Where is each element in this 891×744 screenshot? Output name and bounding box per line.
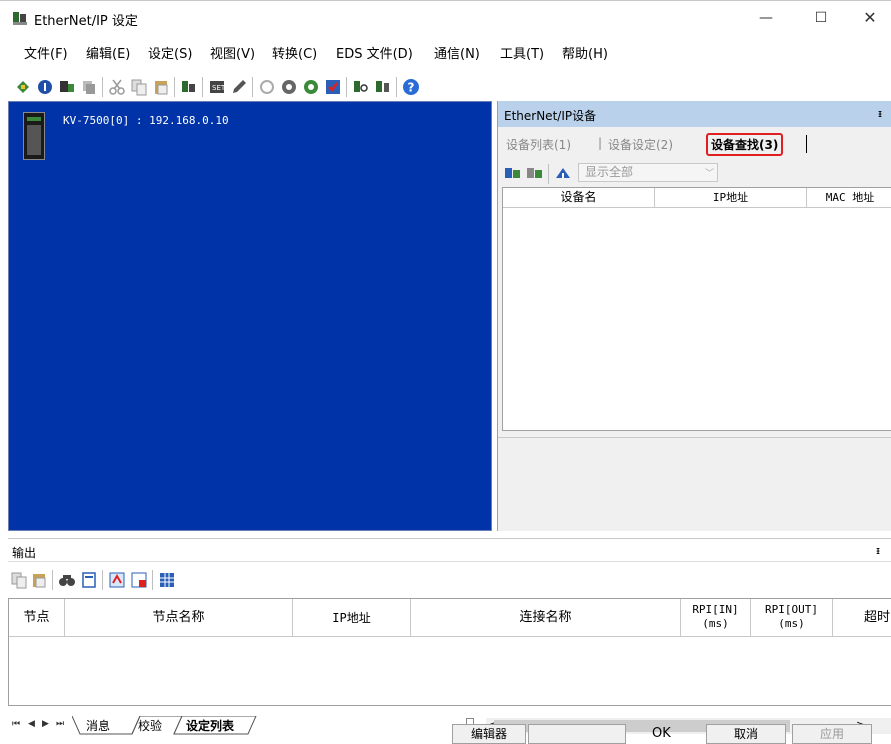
- device-table[interactable]: 设备名 IP地址 MAC 地址: [502, 187, 891, 431]
- search-network-icon[interactable]: [504, 164, 522, 182]
- network-config-panel[interactable]: KV-7500[0] : 192.168.0.10: [8, 101, 492, 531]
- filter-select-value: 显示全部: [585, 165, 634, 179]
- device-panel-header: EtherNet/IP设备 ᵻ: [498, 101, 891, 127]
- col-node[interactable]: 节点: [9, 599, 65, 637]
- minimize-button[interactable]: —: [748, 7, 784, 29]
- title-bar: EtherNet/IP 设定 — ☐ ✕: [0, 0, 891, 34]
- col-node-name[interactable]: 节点名称: [65, 599, 293, 637]
- window-title: EtherNet/IP 设定: [34, 14, 138, 29]
- tab-device-find[interactable]: 设备查找(3): [706, 133, 784, 156]
- sheet-tabs: ⏮ ◀ ▶ ⏭ 消息 校验 设定列表: [8, 716, 488, 736]
- find-icon[interactable]: [58, 571, 76, 589]
- menu-eds-file[interactable]: EDS 文件(D): [336, 43, 413, 62]
- info-icon[interactable]: [36, 78, 54, 96]
- monitor-icon[interactable]: [374, 78, 392, 96]
- edit-icon[interactable]: [230, 78, 248, 96]
- menu-view[interactable]: 视图(V): [210, 43, 255, 62]
- close-button[interactable]: ✕: [852, 7, 888, 29]
- col-rpi-out-line1: RPI[OUT]: [765, 603, 818, 616]
- check-icon[interactable]: [324, 78, 342, 96]
- last-sheet-button[interactable]: ⏭: [56, 719, 64, 729]
- device-icon[interactable]: [180, 78, 198, 96]
- col-ip-address[interactable]: IP地址: [655, 188, 807, 208]
- device-panel-title: EtherNet/IP设备: [504, 109, 597, 123]
- device-tabs: 设备列表(1) | 设备设定(2) 设备查找(3): [498, 131, 891, 157]
- editor-indicator: 编辑器: [452, 724, 526, 744]
- copy-icon[interactable]: [10, 571, 28, 589]
- status-field: [528, 724, 626, 744]
- read-icon[interactable]: [280, 78, 298, 96]
- next-sheet-button[interactable]: ▶: [42, 719, 49, 729]
- tab-device-list[interactable]: 设备列表(1): [506, 136, 571, 153]
- ok-button[interactable]: OK: [652, 726, 671, 741]
- plc-label[interactable]: KV-7500[0] : 192.168.0.10: [63, 114, 229, 127]
- output-toolbar: [8, 568, 308, 592]
- copy-device-icon[interactable]: [80, 78, 98, 96]
- cut-icon[interactable]: [108, 78, 126, 96]
- pin-icon[interactable]: ᵻ: [876, 544, 880, 557]
- col-rpi-in-line1: RPI[IN]: [692, 603, 739, 616]
- write-icon[interactable]: [302, 78, 320, 96]
- output-title: 输出: [12, 546, 37, 560]
- menu-file[interactable]: 文件(F): [24, 43, 68, 62]
- apply-button[interactable]: 应用: [792, 724, 872, 744]
- sheet-tab-verify[interactable]: 校验: [138, 717, 162, 734]
- menu-settings[interactable]: 设定(S): [148, 43, 192, 62]
- connect-icon[interactable]: [258, 78, 276, 96]
- col-device-name[interactable]: 设备名: [503, 188, 655, 208]
- col-ip-address[interactable]: IP地址: [293, 599, 411, 637]
- col-connection-name[interactable]: 连接名称: [411, 599, 681, 637]
- main-toolbar: SET ?: [8, 75, 528, 99]
- network-device-icon[interactable]: [58, 78, 76, 96]
- menu-help[interactable]: 帮助(H): [562, 43, 608, 62]
- paste-icon[interactable]: [30, 571, 48, 589]
- col-rpi-out-line2: (ms): [778, 617, 805, 630]
- pin-icon[interactable]: ᵻ: [878, 107, 882, 120]
- add-to-config-icon[interactable]: [554, 164, 572, 182]
- paste-icon[interactable]: [152, 78, 170, 96]
- svg-text:SET: SET: [212, 84, 226, 92]
- add-device-icon[interactable]: [14, 78, 32, 96]
- copy-icon[interactable]: [130, 78, 148, 96]
- ethernet-ip-device-panel: EtherNet/IP设备 ᵻ 设备列表(1) | 设备设定(2) 设备查找(3…: [497, 101, 891, 531]
- app-icon: [13, 12, 27, 25]
- menu-tools[interactable]: 工具(T): [500, 43, 544, 62]
- cancel-button[interactable]: 取消: [706, 724, 786, 744]
- col-rpi-in[interactable]: RPI[IN] (ms): [681, 599, 751, 637]
- chevron-down-icon: ﹀: [705, 169, 715, 179]
- tab-device-settings[interactable]: 设备设定(2): [608, 136, 673, 153]
- export-icon[interactable]: [80, 571, 98, 589]
- tab-separator: |: [598, 136, 603, 150]
- menu-convert[interactable]: 转换(C): [272, 43, 317, 62]
- svg-text:?: ?: [408, 81, 415, 95]
- filter-icon[interactable]: [130, 571, 148, 589]
- grid-icon[interactable]: [158, 571, 176, 589]
- set-icon[interactable]: SET: [208, 78, 226, 96]
- plc-unit-icon[interactable]: [23, 112, 45, 160]
- sheet-tab-settings-list[interactable]: 设定列表: [186, 717, 234, 734]
- menu-communication[interactable]: 通信(N): [434, 43, 480, 62]
- search-device-icon[interactable]: [352, 78, 370, 96]
- output-panel-header: 输出 ᵻ: [8, 538, 891, 562]
- col-rpi-in-line2: (ms): [702, 617, 729, 630]
- prev-sheet-button[interactable]: ◀: [28, 719, 35, 729]
- col-rpi-out[interactable]: RPI[OUT] (ms): [751, 599, 833, 637]
- menu-edit[interactable]: 编辑(E): [86, 43, 130, 62]
- filter-select[interactable]: 显示全部 ﹀: [578, 163, 718, 182]
- first-sheet-button[interactable]: ⏮: [12, 719, 20, 729]
- col-mac-address[interactable]: MAC 地址: [807, 188, 891, 208]
- help-icon[interactable]: ?: [402, 78, 420, 96]
- menu-bar: 文件(F) 编辑(E) 设定(S) 视图(V) 转换(C) EDS 文件(D) …: [0, 43, 891, 65]
- col-timeout[interactable]: 超时: [833, 599, 891, 637]
- device-detail-area: [498, 437, 891, 531]
- output-table[interactable]: 节点 节点名称 IP地址 连接名称 RPI[IN] (ms) RPI[OUT] …: [8, 598, 891, 706]
- maximize-button[interactable]: ☐: [803, 7, 839, 29]
- device-toolbar: 显示全部 ﹀: [498, 161, 891, 185]
- jump-icon[interactable]: [108, 571, 126, 589]
- search-network-icon-2[interactable]: [526, 164, 544, 182]
- sheet-tab-messages[interactable]: 消息: [86, 717, 110, 734]
